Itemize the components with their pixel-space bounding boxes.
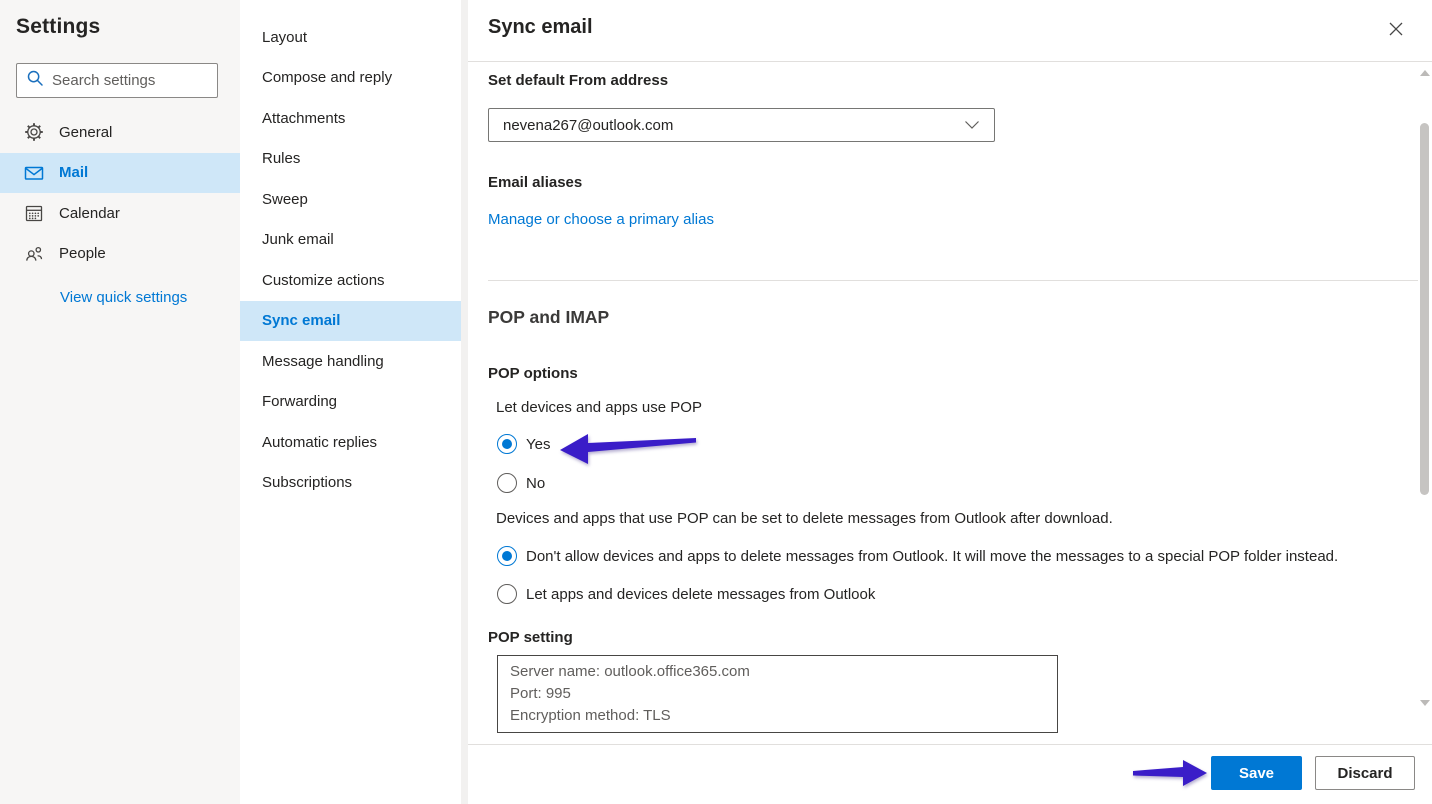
email-aliases-label: Email aliases (488, 174, 582, 191)
nav-item-attachments[interactable]: Attachments (240, 98, 466, 139)
panel-footer: Save Discard (468, 744, 1432, 804)
nav-item-rules[interactable]: Rules (240, 139, 466, 180)
radio-label: Yes (526, 436, 550, 453)
search-settings-input[interactable] (52, 72, 208, 89)
sidebar-item-label: General (59, 124, 112, 141)
scrollbar-thumb[interactable] (1420, 123, 1429, 495)
pop-delete-description: Devices and apps that use POP can be set… (496, 510, 1113, 527)
sidebar-item-calendar[interactable]: Calendar (0, 193, 240, 234)
pop-server-name: Server name: outlook.office365.com (510, 661, 1045, 683)
nav-item-message-handling[interactable]: Message handling (240, 341, 466, 382)
from-address-value: nevena267@outlook.com (503, 117, 673, 134)
section-divider (488, 280, 1418, 281)
radio-label: Don't allow devices and apps to delete m… (526, 548, 1338, 565)
scroll-down-arrow-icon[interactable] (1420, 700, 1430, 706)
search-settings-box[interactable] (16, 63, 218, 98)
gear-icon (23, 122, 44, 142)
sidebar-item-label: Calendar (59, 205, 120, 222)
radio-unselected-icon (497, 584, 517, 604)
sidebar-item-general[interactable]: General (0, 112, 240, 153)
pop-yes-radio[interactable]: Yes (497, 434, 550, 454)
radio-label: No (526, 475, 545, 492)
sidebar-nav: General Mail (0, 112, 240, 274)
view-quick-settings-link[interactable]: View quick settings (60, 289, 187, 306)
radio-unselected-icon (497, 473, 517, 493)
nav-item-forwarding[interactable]: Forwarding (240, 382, 466, 423)
annotation-arrow-right-icon (1131, 756, 1209, 793)
default-from-label: Set default From address (488, 72, 668, 89)
dont-allow-delete-radio[interactable]: Don't allow devices and apps to delete m… (497, 546, 1338, 566)
nav-item-junk-email[interactable]: Junk email (240, 220, 466, 261)
vertical-scrollbar (1419, 63, 1431, 715)
sidebar-item-people[interactable]: People (0, 234, 240, 275)
nav-gutter (461, 0, 468, 804)
settings-title: Settings (16, 15, 100, 39)
scroll-up-arrow-icon[interactable] (1420, 70, 1430, 76)
settings-window: Settings (0, 0, 1432, 804)
save-button[interactable]: Save (1211, 756, 1302, 790)
radio-selected-icon (497, 546, 517, 566)
sidebar-item-label: People (59, 245, 106, 262)
pop-port: Port: 995 (510, 683, 1045, 705)
pop-encryption: Encryption method: TLS (510, 705, 1045, 727)
let-delete-radio[interactable]: Let apps and devices delete messages fro… (497, 584, 875, 604)
annotation-arrow-left-icon (558, 429, 698, 470)
search-icon (26, 69, 44, 92)
chevron-down-icon (964, 117, 980, 134)
sidebar-item-mail[interactable]: Mail (0, 153, 240, 194)
discard-button[interactable]: Discard (1315, 756, 1415, 790)
mail-settings-nav: Layout Compose and reply Attachments Rul… (240, 0, 468, 804)
nav-item-customize-actions[interactable]: Customize actions (240, 260, 466, 301)
nav-item-sweep[interactable]: Sweep (240, 179, 466, 220)
pop-options-label: POP options (488, 365, 578, 382)
nav-item-layout[interactable]: Layout (240, 17, 466, 58)
close-icon (1388, 21, 1404, 40)
settings-sidebar: Settings (0, 0, 240, 804)
close-button[interactable] (1386, 20, 1406, 40)
manage-alias-link[interactable]: Manage or choose a primary alias (488, 211, 714, 228)
pop-setting-box: Server name: outlook.office365.com Port:… (497, 655, 1058, 733)
nav-item-automatic-replies[interactable]: Automatic replies (240, 422, 466, 463)
radio-selected-icon (497, 434, 517, 454)
people-icon (23, 244, 44, 264)
from-address-dropdown[interactable]: nevena267@outlook.com (488, 108, 995, 142)
nav-item-compose-and-reply[interactable]: Compose and reply (240, 58, 466, 99)
nav-item-subscriptions[interactable]: Subscriptions (240, 463, 466, 504)
sidebar-item-label: Mail (59, 164, 88, 181)
pop-setting-label: POP setting (488, 629, 573, 646)
radio-label: Let apps and devices delete messages fro… (526, 586, 875, 603)
mail-icon (23, 163, 44, 183)
page-title: Sync email (488, 16, 593, 39)
use-pop-label: Let devices and apps use POP (496, 399, 702, 416)
nav-item-sync-email[interactable]: Sync email (240, 301, 466, 342)
panel-header: Sync email (468, 0, 1432, 62)
pop-and-imap-heading: POP and IMAP (488, 307, 609, 328)
pop-no-radio[interactable]: No (497, 473, 545, 493)
sync-email-panel: Sync email Set default From address neve… (468, 0, 1432, 804)
calendar-icon (23, 203, 44, 223)
